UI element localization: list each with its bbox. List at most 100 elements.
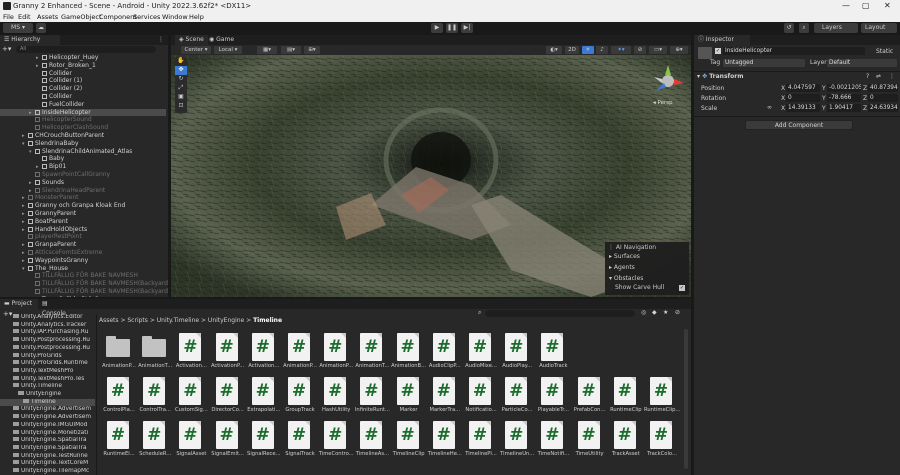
project-folder-item[interactable]: Unity.Analytics.Editor bbox=[0, 314, 95, 322]
asset-script[interactable]: # AnimationT... bbox=[354, 333, 390, 377]
tab-scene[interactable]: ◈ Scene bbox=[175, 35, 208, 45]
hidden-packages-icon[interactable]: ⊘ bbox=[675, 309, 680, 316]
hierarchy-item[interactable]: playerRestPoint bbox=[0, 233, 166, 241]
project-folder-item[interactable]: UnityEngine.TilemapMc bbox=[0, 468, 95, 475]
project-folder-item[interactable]: UnityEngine.SpatialTra bbox=[0, 437, 95, 445]
hierarchy-item[interactable]: Collider bbox=[0, 70, 166, 78]
help-icon[interactable]: ? bbox=[866, 73, 869, 80]
rotation-z-field[interactable]: 0 bbox=[868, 94, 898, 102]
asset-script[interactable]: # TimelineHe... bbox=[427, 421, 463, 465]
asset-script[interactable]: # GroupTrack bbox=[282, 377, 318, 421]
project-folder-item[interactable]: Unity.Postprocessing.Ru bbox=[0, 344, 95, 353]
scale-y-field[interactable]: 1.90417 bbox=[827, 104, 861, 112]
hierarchy-item[interactable]: ▸ WaypointsGranny bbox=[0, 257, 166, 265]
project-folder-item[interactable]: UnityEngine.TestRunne bbox=[0, 452, 95, 461]
asset-script[interactable]: # TimeNotifi... bbox=[535, 421, 571, 465]
project-folder-item[interactable]: UnityEngine.IMGUIMod bbox=[0, 421, 95, 430]
component-menu-icon[interactable]: ⋮ bbox=[889, 73, 895, 80]
transform-tool-icon[interactable]: ⊡ bbox=[175, 102, 187, 111]
hierarchy-item[interactable]: ▸ SlendrinaHeadParent bbox=[0, 187, 166, 195]
hierarchy-item[interactable]: ▸ AtticsceFomtsExtreme bbox=[0, 249, 166, 257]
object-name-field[interactable]: InsideHelicopter bbox=[723, 47, 865, 55]
hierarchy-item[interactable]: ▸ MonsterParent bbox=[0, 194, 166, 202]
asset-script[interactable]: # SignalTrack bbox=[282, 421, 318, 465]
hidden-objects-icon[interactable]: ⊘ bbox=[634, 46, 646, 54]
project-folder-item[interactable]: UnityEngine.SpatialTra bbox=[0, 444, 95, 453]
project-folder-item[interactable]: Timeline bbox=[0, 398, 95, 407]
perspective-label[interactable]: ◂ Persp bbox=[653, 100, 673, 106]
cloud-icon[interactable]: ☁ bbox=[36, 23, 46, 33]
breadcrumb-unityengine[interactable]: UnityEngine bbox=[208, 317, 244, 324]
asset-script[interactable]: # AnimationP... bbox=[282, 333, 318, 377]
hierarchy-item[interactable]: SpawnPointCallGranny bbox=[0, 171, 166, 179]
filter-label-icon[interactable]: ◆ bbox=[652, 309, 657, 316]
asset-script[interactable]: # Activation... bbox=[173, 333, 209, 377]
asset-script[interactable]: # Marker bbox=[391, 377, 427, 421]
asset-script[interactable]: # HashUtility bbox=[318, 377, 354, 421]
layers-dropdown[interactable]: Layers bbox=[814, 23, 858, 33]
asset-script[interactable]: # RuntimeEl... bbox=[101, 421, 137, 465]
asset-script[interactable]: # ActivationP... bbox=[210, 333, 246, 377]
breadcrumb-scripts[interactable]: Scripts bbox=[127, 317, 148, 324]
tab-project[interactable]: ▬ Project bbox=[0, 299, 38, 309]
rotate-tool-icon[interactable]: ↻ bbox=[175, 75, 187, 84]
hierarchy-item[interactable]: Baby bbox=[0, 155, 166, 163]
scale-z-field[interactable]: 24.63934 bbox=[868, 104, 898, 112]
mode-2d-button[interactable]: 2D bbox=[565, 46, 579, 54]
asset-script[interactable]: # TrackAsset bbox=[608, 421, 644, 465]
breadcrumb-unity-timeline[interactable]: Unity.Timeline bbox=[157, 317, 199, 324]
rotation-x-field[interactable]: 0 bbox=[786, 94, 820, 102]
hierarchy-item[interactable]: ▾ SlendrinaChildAnimated_Atlas bbox=[0, 148, 166, 156]
asset-script[interactable]: # SignalAsset bbox=[173, 421, 209, 465]
hierarchy-item[interactable]: ▸ GrannyParent bbox=[0, 210, 166, 218]
layout-dropdown[interactable]: Layout bbox=[861, 23, 897, 33]
asset-script[interactable]: # AudioMixe... bbox=[463, 333, 499, 377]
rotation-y-field[interactable]: -78.666 bbox=[827, 94, 861, 102]
overlay-item-agents[interactable]: ▸ Agents bbox=[609, 264, 635, 271]
hierarchy-item[interactable]: HelicopterClashSound bbox=[0, 124, 166, 132]
asset-script[interactable]: # SignalEmit... bbox=[210, 421, 246, 465]
asset-script[interactable]: # PrefabCon... bbox=[572, 377, 608, 421]
effects-icon[interactable]: ✦▾ bbox=[611, 46, 631, 54]
hierarchy-item[interactable]: ▸ CHCrouchButtonParent bbox=[0, 132, 166, 140]
asset-script[interactable]: # AudioClipP... bbox=[427, 333, 463, 377]
maximize-button[interactable]: ▢ bbox=[862, 1, 870, 10]
asset-script[interactable]: # TrackColo... bbox=[644, 421, 680, 465]
pause-button[interactable]: ❚❚ bbox=[446, 23, 458, 33]
hierarchy-item[interactable]: ▾ The_House bbox=[0, 265, 166, 273]
tab-game[interactable]: ◉ Game bbox=[205, 35, 238, 45]
hierarchy-item[interactable]: HelicopterSound bbox=[0, 116, 166, 124]
asset-script[interactable]: # AnimationP... bbox=[318, 333, 354, 377]
favorite-icon[interactable]: ★ bbox=[663, 309, 668, 316]
asset-script[interactable]: # RuntimeClip bbox=[608, 377, 644, 421]
hierarchy-item[interactable]: ▸ Sounds bbox=[0, 179, 166, 187]
breadcrumb-assets[interactable]: Assets bbox=[99, 317, 119, 324]
asset-script[interactable]: # RuntimeClip... bbox=[644, 377, 680, 421]
breadcrumb-timeline[interactable]: Timeline bbox=[253, 317, 282, 324]
project-search-input[interactable] bbox=[485, 310, 635, 317]
hierarchy-item[interactable]: FuelCollider bbox=[0, 101, 166, 109]
lighting-icon[interactable]: ☀ bbox=[582, 46, 594, 54]
project-folder-item[interactable]: UnityEngine.Advertisem bbox=[0, 406, 95, 414]
rect-tool-icon[interactable]: ▣ bbox=[175, 93, 187, 102]
asset-script[interactable]: # Notificatio... bbox=[463, 377, 499, 421]
asset-script[interactable]: # InfiniteRunt... bbox=[354, 377, 390, 421]
menu-file[interactable]: File bbox=[3, 13, 14, 21]
tab-inspector[interactable]: ⓘ Inspector bbox=[694, 35, 750, 45]
hierarchy-item[interactable]: ▸ HandHoldObjects bbox=[0, 226, 166, 234]
project-folder-item[interactable]: Unity.ProGrids.Runtime bbox=[0, 360, 95, 368]
menu-edit[interactable]: Edit bbox=[18, 13, 31, 21]
asset-script[interactable]: # TimeUtility bbox=[572, 421, 608, 465]
asset-script[interactable]: # Extrapolati... bbox=[246, 377, 282, 421]
asset-folder[interactable]: AnimationT... bbox=[137, 333, 173, 377]
hierarchy-item[interactable]: ▸ GranpaParent bbox=[0, 241, 166, 249]
hand-tool-icon[interactable]: ✋ bbox=[175, 57, 187, 66]
scale-x-field[interactable]: 14.39133 bbox=[786, 104, 820, 112]
hierarchy-item[interactable]: ▸ Rotor_Broken_1 bbox=[0, 62, 166, 70]
hierarchy-item[interactable]: TILLFÄLLIG FÖR BAKE NAVMESH(Backyard bbox=[0, 280, 168, 288]
asset-script[interactable]: # DirectorCo... bbox=[210, 377, 246, 421]
project-folder-item[interactable]: Unity.Postprocessing.Ru bbox=[0, 337, 95, 345]
asset-script[interactable]: # ScheduleR... bbox=[137, 421, 173, 465]
play-button[interactable]: ▶ bbox=[431, 23, 443, 33]
project-folder-item[interactable]: UnityEngine.TextCoreM bbox=[0, 460, 95, 468]
